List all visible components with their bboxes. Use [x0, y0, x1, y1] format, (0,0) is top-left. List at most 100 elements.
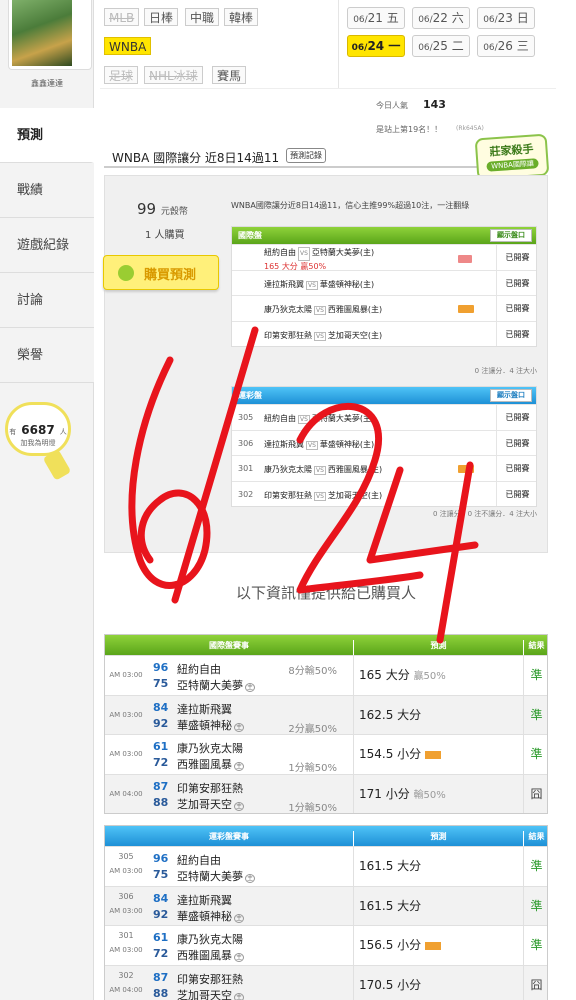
- status: 已開賽: [496, 481, 538, 506]
- filter-npb[interactable]: 日棒: [144, 8, 179, 26]
- result-badge: 準: [523, 735, 549, 774]
- home-marker: 主: [234, 953, 245, 962]
- away-score: 61: [153, 740, 169, 753]
- home-team-name: 亞特蘭大美夢: [177, 870, 243, 883]
- coin-icon: [118, 265, 134, 281]
- filter-cpbl[interactable]: 中職: [185, 8, 220, 26]
- game-time: AM 03:00: [109, 906, 143, 915]
- home-team-name: 芝加哥天空: [177, 988, 232, 1000]
- col-games: 國際盤賽事: [209, 641, 249, 650]
- home-team: 芝加哥天空(主): [327, 490, 383, 500]
- sport-table: 運彩盤 顯示盤口 305 紐約自由 VS 亞特蘭大美夢(主) 已開賽 306 達拉斯飛翼 VS 華…: [231, 386, 537, 507]
- sidebar-item-game-log[interactable]: 遊戲紀錄: [0, 218, 94, 273]
- lightbulb-icon[interactable]: 有 6687 人 加我為明燈: [5, 402, 71, 456]
- result-badge: 準: [523, 656, 549, 695]
- filter-wnba[interactable]: WNBA: [104, 37, 152, 55]
- show-lines-button[interactable]: 顯示盤口: [490, 389, 532, 402]
- game-time: AM 04:00: [109, 985, 143, 994]
- date-button-25[interactable]: 06/25 二: [412, 35, 470, 57]
- show-lines-button[interactable]: 顯示盤口: [490, 229, 532, 242]
- game-number: 306: [118, 891, 134, 901]
- sidebar-item-record[interactable]: 戰績: [0, 163, 94, 218]
- home-score: 72: [153, 756, 169, 769]
- prediction-value: 161.5 大分: [359, 898, 422, 913]
- home-team: 華盛頓神秘主: [177, 717, 245, 733]
- filter-nhl[interactable]: NHL冰球: [144, 66, 203, 84]
- home-marker: 主: [234, 992, 245, 1000]
- match-teams: 達拉斯飛翼 VS 華盛頓神秘(主): [264, 439, 374, 450]
- date-button-24[interactable]: 06/24 一: [347, 35, 405, 57]
- vs-badge: VS: [298, 415, 310, 424]
- list-item: 306 達拉斯飛翼 VS 華盛頓神秘(主) 已開賽: [232, 429, 536, 455]
- record-button[interactable]: 預測記錄: [286, 148, 326, 163]
- home-marker: 主: [245, 874, 256, 883]
- home-team: 華盛頓神秘(主): [319, 279, 375, 289]
- popularity-value: 143: [423, 98, 446, 111]
- home-score: 75: [153, 868, 169, 881]
- date-button-23[interactable]: 06/23 日: [477, 7, 535, 29]
- page-title: WNBA 國際讓分 近8日14過11: [112, 151, 280, 165]
- away-team: 達拉斯飛翼: [177, 702, 232, 716]
- result-badge: 準: [523, 886, 549, 925]
- date-day: 25: [432, 39, 448, 53]
- date-button-21[interactable]: 06/21 五: [347, 7, 405, 29]
- home-score: 92: [153, 907, 169, 921]
- price-value: 99: [137, 200, 157, 218]
- sport-header: 運彩盤 顯示盤口: [232, 387, 536, 404]
- away-team: 康乃狄克太陽: [177, 933, 243, 946]
- filter-soccer[interactable]: 足球: [104, 66, 139, 84]
- prediction: 165 大分 贏50%: [353, 656, 523, 695]
- date-month: 06/: [351, 43, 368, 53]
- status: 已開賽: [496, 296, 538, 321]
- hot-icon: [425, 750, 442, 759]
- intl-header: 國際盤 顯示盤口: [232, 227, 536, 244]
- date-weekday: 一: [388, 39, 401, 53]
- home-score: 88: [153, 986, 169, 1000]
- status: 已開賽: [496, 245, 538, 270]
- date-button-22[interactable]: 06/22 六: [412, 7, 470, 29]
- prediction-sub: 贏50%: [413, 671, 446, 682]
- rank-text: 是站上第19名！！: [376, 125, 443, 134]
- avatar[interactable]: [8, 0, 92, 70]
- buy-button[interactable]: 購買預測: [103, 255, 219, 290]
- divider: [338, 0, 339, 88]
- away-team: 紐約自由: [264, 248, 296, 257]
- date-weekday: 二: [451, 39, 464, 53]
- divider: [100, 88, 556, 89]
- game-number: 301: [118, 931, 134, 940]
- result-badge: 囧: [523, 774, 549, 813]
- sport-header-label: 運彩盤: [238, 391, 262, 400]
- game-time: AM 03:00: [109, 750, 143, 758]
- sidebar-item-discussion[interactable]: 討論: [0, 273, 94, 328]
- filter-horse[interactable]: 賽馬: [212, 66, 247, 84]
- sidebar-item-honor[interactable]: 榮譽: [0, 328, 94, 383]
- table-header: 運彩盤賽事 預測 結果: [105, 826, 547, 851]
- home-team-name: 華盛頓神秘: [177, 909, 232, 923]
- date-month: 06/: [483, 15, 498, 25]
- filter-kbo[interactable]: 韓棒: [224, 8, 259, 26]
- prediction-value: 170.5 小分: [359, 977, 422, 992]
- status: 已開賽: [496, 321, 538, 346]
- table-header: 國際盤賽事 預測 結果: [105, 635, 547, 660]
- vs-badge: VS: [306, 440, 318, 450]
- vs-badge: VS: [306, 280, 318, 290]
- vs-badge: VS: [314, 306, 326, 315]
- intl-header-label: 國際盤: [238, 231, 262, 240]
- date-month: 06/: [353, 15, 368, 25]
- away-score: 84: [153, 700, 169, 714]
- date-button-26[interactable]: 06/26 三: [477, 35, 535, 57]
- filter-mlb[interactable]: MLB: [104, 8, 140, 26]
- sidebar-item-prediction[interactable]: 預測: [0, 108, 94, 163]
- away-team: 印第安那狂熱: [177, 781, 243, 795]
- date-weekday: 三: [516, 39, 529, 53]
- friends-caption: 加我為明燈: [20, 439, 56, 447]
- away-team: 紐約自由: [264, 414, 296, 423]
- sidebar: 鑫鑫達達 預測 戰績 遊戲紀錄 討論 榮譽 有 6687 人 加我為明燈: [0, 0, 94, 1000]
- game-number: 302: [238, 489, 254, 499]
- friends-prefix: 有: [9, 428, 17, 436]
- game-number: 305: [238, 413, 254, 422]
- prediction-panel: 99 元㲃幣 1 人購買 購買預測 WNBA國際讓分近8日14過11，信心主推9…: [103, 175, 548, 553]
- intl-table: 國際盤 顯示盤口 紐約自由 VS 亞特蘭大美夢(主) 165 大分 贏50% 已開賽 達拉斯…: [231, 226, 537, 347]
- prediction: 161.5 大分: [353, 847, 523, 886]
- prediction-value: 171 小分: [359, 786, 410, 801]
